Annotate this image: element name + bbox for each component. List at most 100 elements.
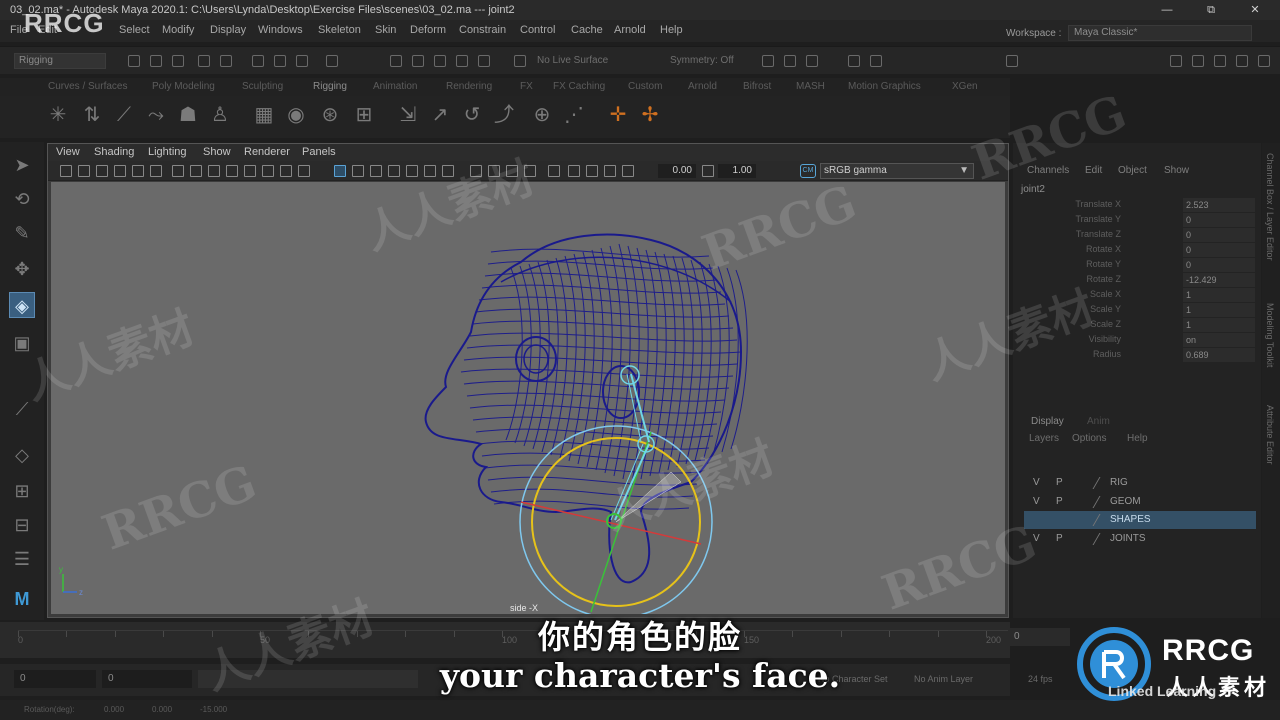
edit-menu[interactable]: Edit bbox=[1085, 165, 1102, 176]
shelf-tab-poly-modeling[interactable]: Poly Modeling bbox=[152, 81, 215, 92]
select-component-icon[interactable] bbox=[296, 55, 308, 67]
visibility-toggle[interactable]: V bbox=[1033, 496, 1040, 507]
shelf-tab-custom[interactable]: Custom bbox=[628, 81, 662, 92]
pole-vector-icon[interactable]: ⊕ bbox=[530, 103, 554, 127]
attribute-row[interactable]: Scale Z 1 bbox=[1013, 318, 1261, 333]
channels-menu[interactable]: Channels bbox=[1027, 165, 1069, 176]
rotate-tool-icon[interactable]: ◈ bbox=[9, 292, 35, 318]
iso-select-icon[interactable] bbox=[298, 165, 310, 177]
shelf-tab-motion-graphics[interactable]: Motion Graphics bbox=[848, 81, 921, 92]
visibility-toggle[interactable]: V bbox=[1033, 533, 1040, 544]
film-gate-icon[interactable] bbox=[190, 165, 202, 177]
visibility-toggle[interactable]: V bbox=[1033, 477, 1040, 488]
xray-joints-icon[interactable] bbox=[586, 165, 598, 177]
aim-constraint-icon[interactable]: ↗ bbox=[428, 103, 452, 127]
attribute-row[interactable]: Radius 0.689 bbox=[1013, 348, 1261, 363]
attribute-value[interactable]: 1 bbox=[1183, 303, 1255, 317]
show-menu[interactable]: Show bbox=[1164, 165, 1189, 176]
isolate-select-icon[interactable] bbox=[548, 165, 560, 177]
layer-color-swatch[interactable] bbox=[1092, 477, 1112, 489]
shelf-tab-animation[interactable]: Animation bbox=[373, 81, 417, 92]
cluster-icon[interactable]: ⊛ bbox=[318, 103, 342, 127]
attribute-editor-side-tab[interactable]: Attribute Editor bbox=[1265, 405, 1275, 465]
ambient-occlusion-icon[interactable] bbox=[470, 165, 482, 177]
menu-modify[interactable]: Modify bbox=[162, 24, 194, 36]
select-camera-icon[interactable] bbox=[60, 165, 72, 177]
menu-skeleton[interactable]: Skeleton bbox=[318, 24, 361, 36]
use-all-lights-icon[interactable] bbox=[424, 165, 436, 177]
lasso-tool-icon[interactable]: ⟲ bbox=[9, 186, 35, 212]
color-management-icon[interactable]: CM bbox=[800, 164, 816, 178]
menu-select[interactable]: Select bbox=[119, 24, 150, 36]
snap-grid-icon[interactable] bbox=[390, 55, 402, 67]
channel-box-icon[interactable] bbox=[1258, 55, 1270, 67]
live-surface-label[interactable]: No Live Surface bbox=[537, 55, 608, 66]
human-ik-icon[interactable]: ♙ bbox=[208, 103, 232, 127]
attribute-row[interactable]: Translate X 2.523 bbox=[1013, 198, 1261, 213]
lattice-icon[interactable]: ⊞ bbox=[352, 103, 376, 127]
default-material-icon[interactable] bbox=[370, 165, 382, 177]
modeling-toolkit-icon[interactable] bbox=[1170, 55, 1182, 67]
layers-menu[interactable]: Layers bbox=[1029, 433, 1059, 444]
layer-row[interactable]: SHAPES bbox=[1024, 511, 1256, 529]
panel-menu-panels[interactable]: Panels bbox=[302, 146, 336, 158]
selection-mask-icon[interactable] bbox=[326, 55, 338, 67]
attribute-row[interactable]: Translate Y 0 bbox=[1013, 213, 1261, 228]
viewport-3d[interactable]: y z side -X bbox=[51, 182, 1005, 619]
select-hierarchy-icon[interactable] bbox=[252, 55, 264, 67]
xray-icon[interactable] bbox=[568, 165, 580, 177]
shelf-tab-sculpting[interactable]: Sculpting bbox=[242, 81, 283, 92]
tab-display[interactable]: Display bbox=[1031, 416, 1064, 427]
modeling-toolkit-side-tab[interactable]: Modeling Toolkit bbox=[1265, 303, 1275, 367]
bind-skin-icon[interactable]: ▦ bbox=[252, 103, 276, 127]
wireframe-on-shaded-icon[interactable] bbox=[388, 165, 400, 177]
shelf-tab-mash[interactable]: MASH bbox=[796, 81, 825, 92]
depth-of-field-icon[interactable] bbox=[524, 165, 536, 177]
shelf-tab-rendering[interactable]: Rendering bbox=[446, 81, 492, 92]
attribute-editor-icon[interactable] bbox=[1214, 55, 1226, 67]
new-scene-icon[interactable] bbox=[128, 55, 140, 67]
render-settings-icon[interactable] bbox=[806, 55, 818, 67]
layer-row[interactable]: V P RIG bbox=[1024, 474, 1256, 492]
menu-deform[interactable]: Deform bbox=[410, 24, 446, 36]
motion-blur-icon[interactable] bbox=[488, 165, 500, 177]
paint-weights-icon[interactable]: ◉ bbox=[284, 103, 308, 127]
image-plane-icon[interactable] bbox=[114, 165, 126, 177]
attribute-row[interactable]: Scale Y 1 bbox=[1013, 303, 1261, 318]
shelf-tab-fx-caching[interactable]: FX Caching bbox=[553, 81, 605, 92]
ipr-render-icon[interactable] bbox=[784, 55, 796, 67]
outliner-layout-icon[interactable]: ☰ bbox=[9, 546, 35, 572]
resolution-gate-icon[interactable] bbox=[208, 165, 220, 177]
ik-spline-icon[interactable]: ⤳ bbox=[144, 103, 168, 127]
gamma-icon[interactable] bbox=[702, 165, 714, 177]
menu-windows[interactable]: Windows bbox=[258, 24, 303, 36]
paint-select-icon[interactable]: ✎ bbox=[9, 220, 35, 246]
workspace-dropdown[interactable]: Maya Classic* bbox=[1068, 25, 1252, 41]
locator-offset-icon[interactable]: ✢ bbox=[638, 103, 662, 127]
textured-icon[interactable] bbox=[406, 165, 418, 177]
layer-row[interactable]: V P JOINTS bbox=[1024, 530, 1256, 548]
anti-aliasing-icon[interactable] bbox=[506, 165, 518, 177]
attribute-row[interactable]: Rotate X 0 bbox=[1013, 243, 1261, 258]
two-d-pan-icon[interactable] bbox=[132, 165, 144, 177]
field-chart-icon[interactable] bbox=[244, 165, 256, 177]
attribute-value[interactable]: 0 bbox=[1183, 258, 1255, 272]
playback-toggle[interactable]: P bbox=[1056, 496, 1063, 507]
menu-help[interactable]: Help bbox=[660, 24, 683, 36]
attribute-row[interactable]: Visibility on bbox=[1013, 333, 1261, 348]
attribute-value[interactable]: 1 bbox=[1183, 318, 1255, 332]
minimize-button[interactable]: — bbox=[1152, 0, 1182, 20]
exposure-icon[interactable] bbox=[622, 165, 634, 177]
render-icon[interactable] bbox=[762, 55, 774, 67]
hypershade-icon[interactable] bbox=[848, 55, 860, 67]
attribute-value[interactable]: on bbox=[1183, 333, 1255, 347]
attribute-value[interactable]: -12.429 bbox=[1183, 273, 1255, 287]
layer-row[interactable]: V P GEOM bbox=[1024, 493, 1256, 511]
exposure-field[interactable]: 0.00 bbox=[658, 164, 696, 178]
symmetry-label[interactable]: Symmetry: Off bbox=[670, 55, 734, 66]
attribute-row[interactable]: Rotate Y 0 bbox=[1013, 258, 1261, 273]
layer-color-swatch[interactable] bbox=[1092, 495, 1112, 508]
attribute-row[interactable]: Scale X 1 bbox=[1013, 288, 1261, 303]
locator-icon[interactable]: ✛ bbox=[606, 103, 630, 127]
grid-toggle-icon[interactable] bbox=[172, 165, 184, 177]
